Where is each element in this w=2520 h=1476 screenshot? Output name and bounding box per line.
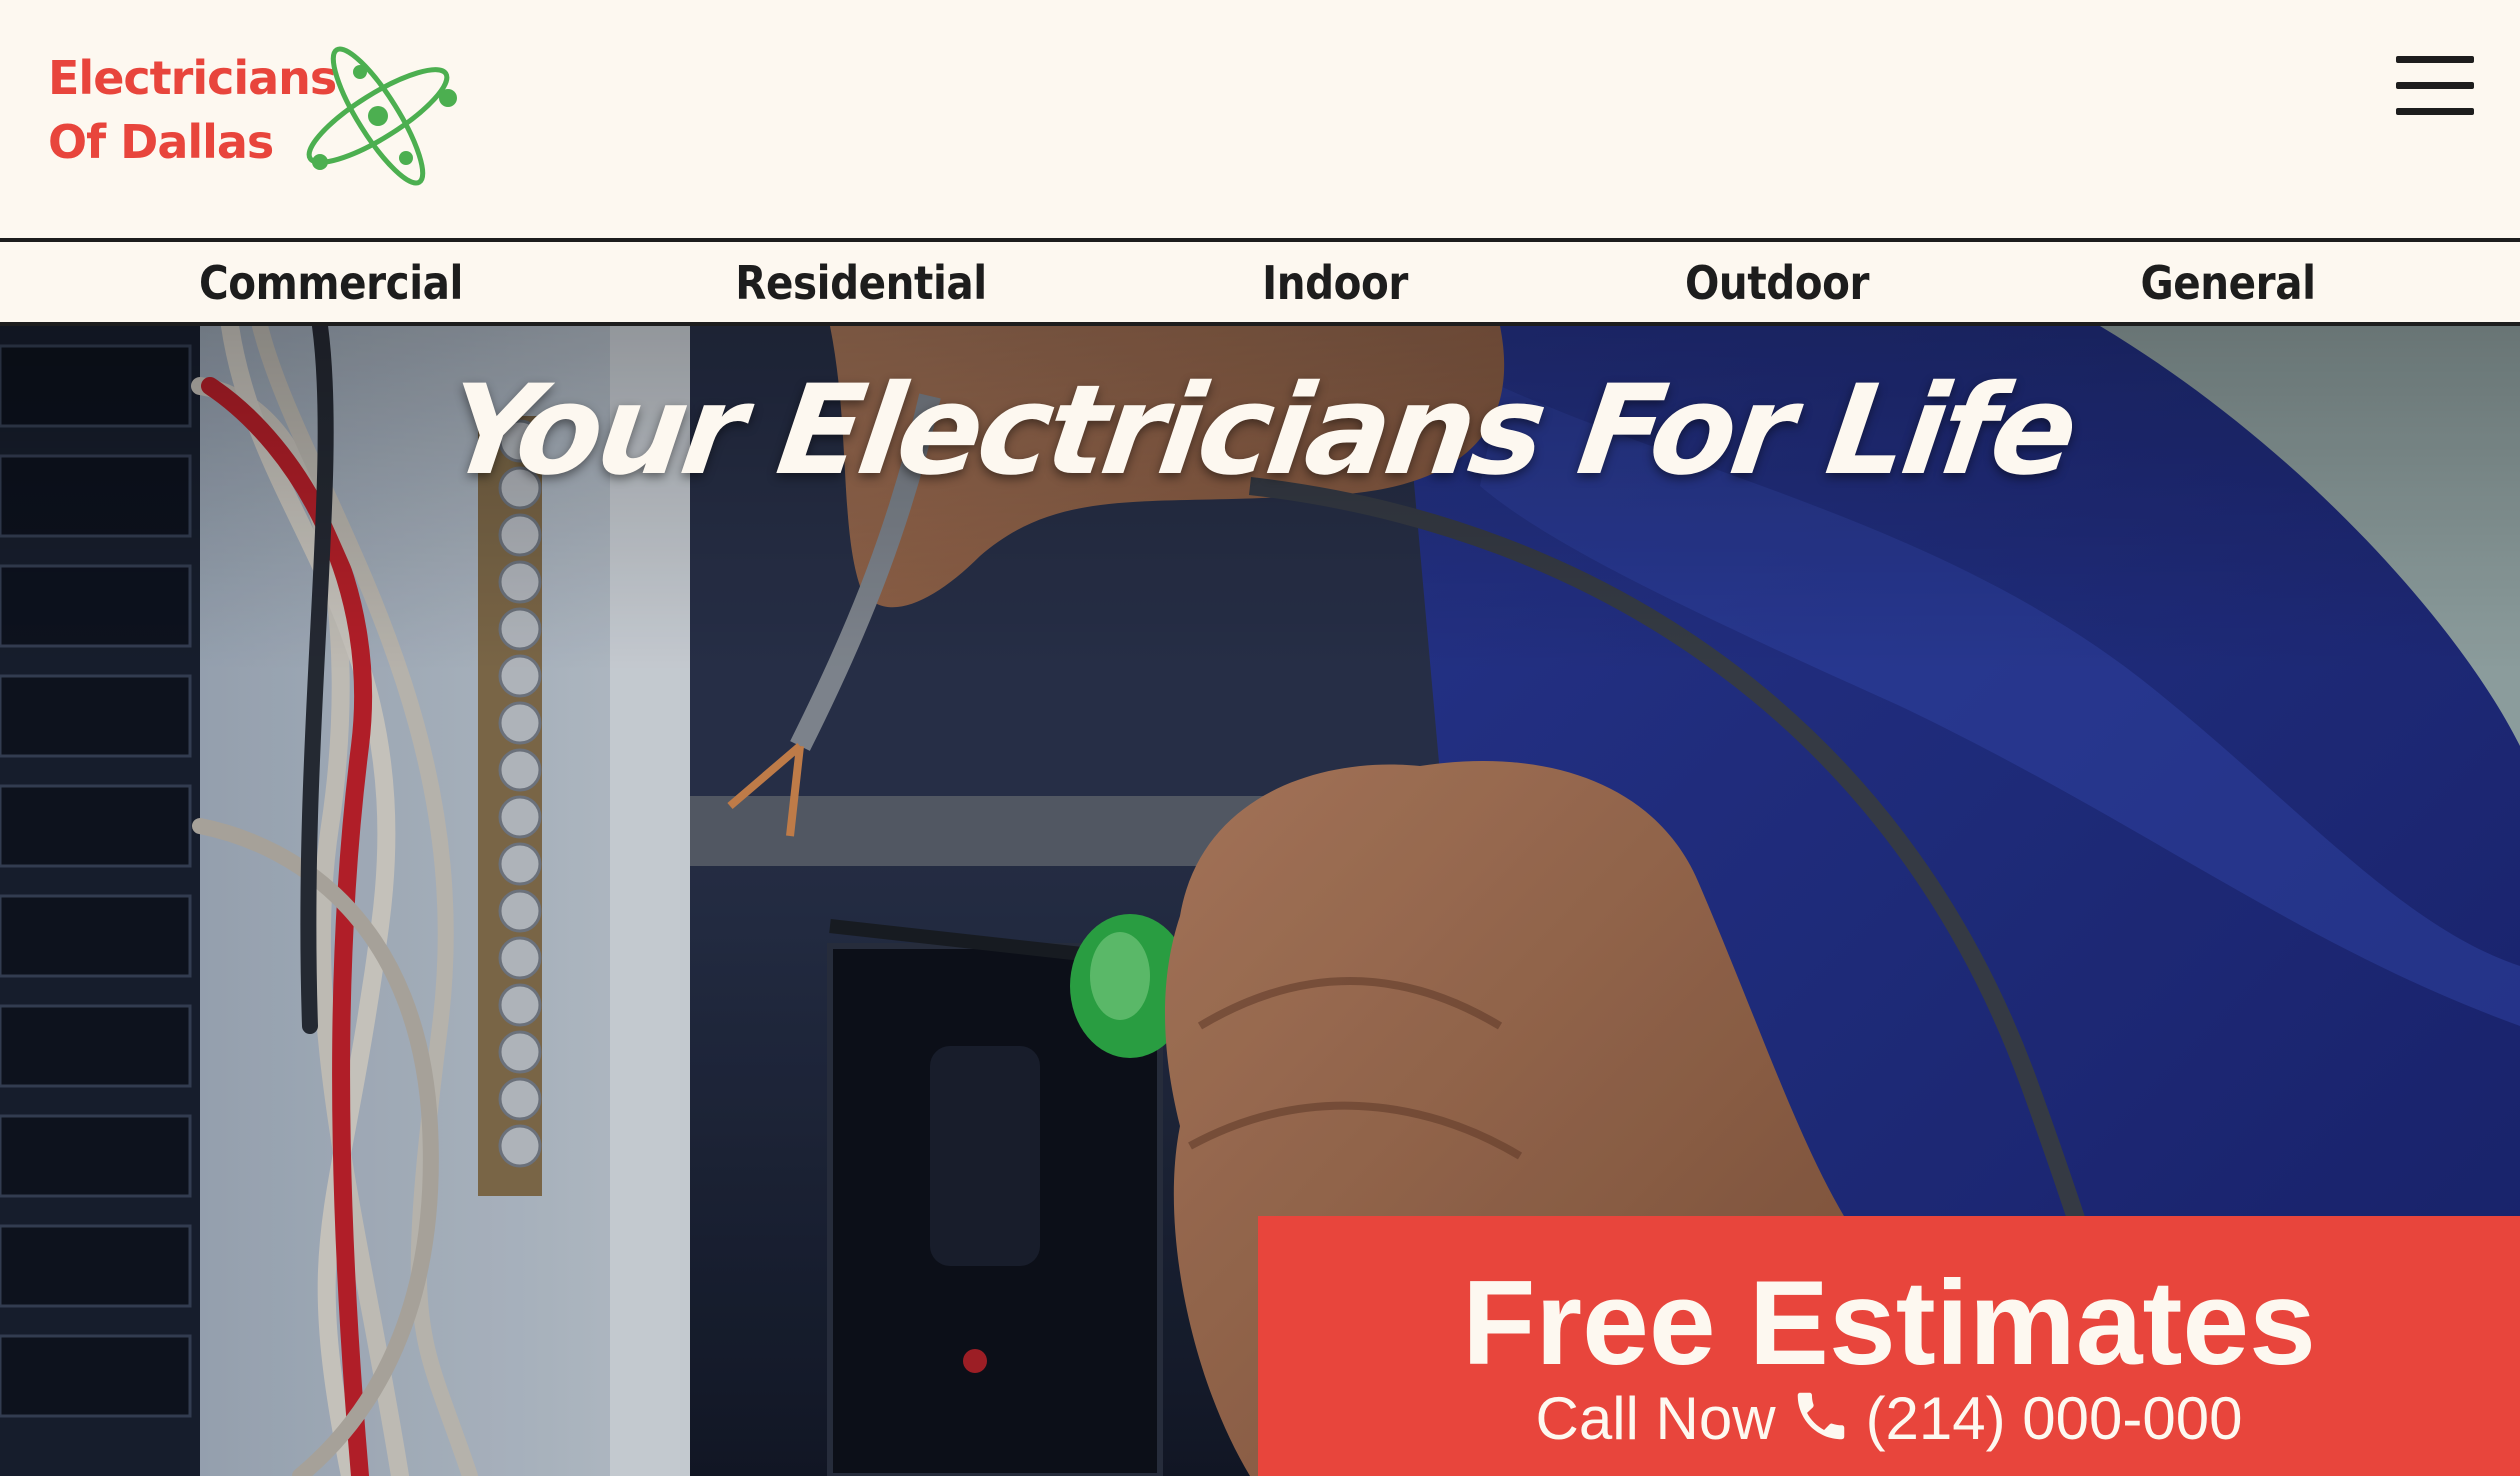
category-nav: Commercial Residential Indoor Outdoor Ge… [0, 238, 2520, 326]
site-header: Electricians Of Dallas [0, 0, 2520, 238]
cta-title: Free Estimates [1462, 1256, 2316, 1390]
call-now-link[interactable]: Call Now (214) 000-000 [1258, 1384, 2520, 1454]
phone-icon [1797, 1392, 1844, 1440]
hamburger-menu-icon[interactable] [2396, 54, 2474, 118]
hero-tagline-text: Your Electricians For Life [437, 359, 2083, 503]
phone-number: (214) 000-000 [1865, 1385, 2243, 1452]
nav-item-general[interactable]: General [2140, 242, 2315, 322]
free-estimates-banner[interactable]: Free Estimates Call Now (214) 000-000 [1258, 1216, 2520, 1476]
nav-item-residential[interactable]: Residential [735, 242, 987, 322]
nav-item-outdoor[interactable]: Outdoor [1685, 242, 1870, 322]
call-now-label: Call Now [1535, 1385, 1776, 1452]
nav-item-commercial[interactable]: Commercial [199, 242, 463, 322]
atom-icon [306, 46, 457, 186]
hero-tagline: Your Electricians For Life [0, 356, 2520, 506]
site-logo[interactable]: Electricians Of Dallas [48, 46, 457, 186]
nav-item-indoor[interactable]: Indoor [1262, 242, 1408, 322]
